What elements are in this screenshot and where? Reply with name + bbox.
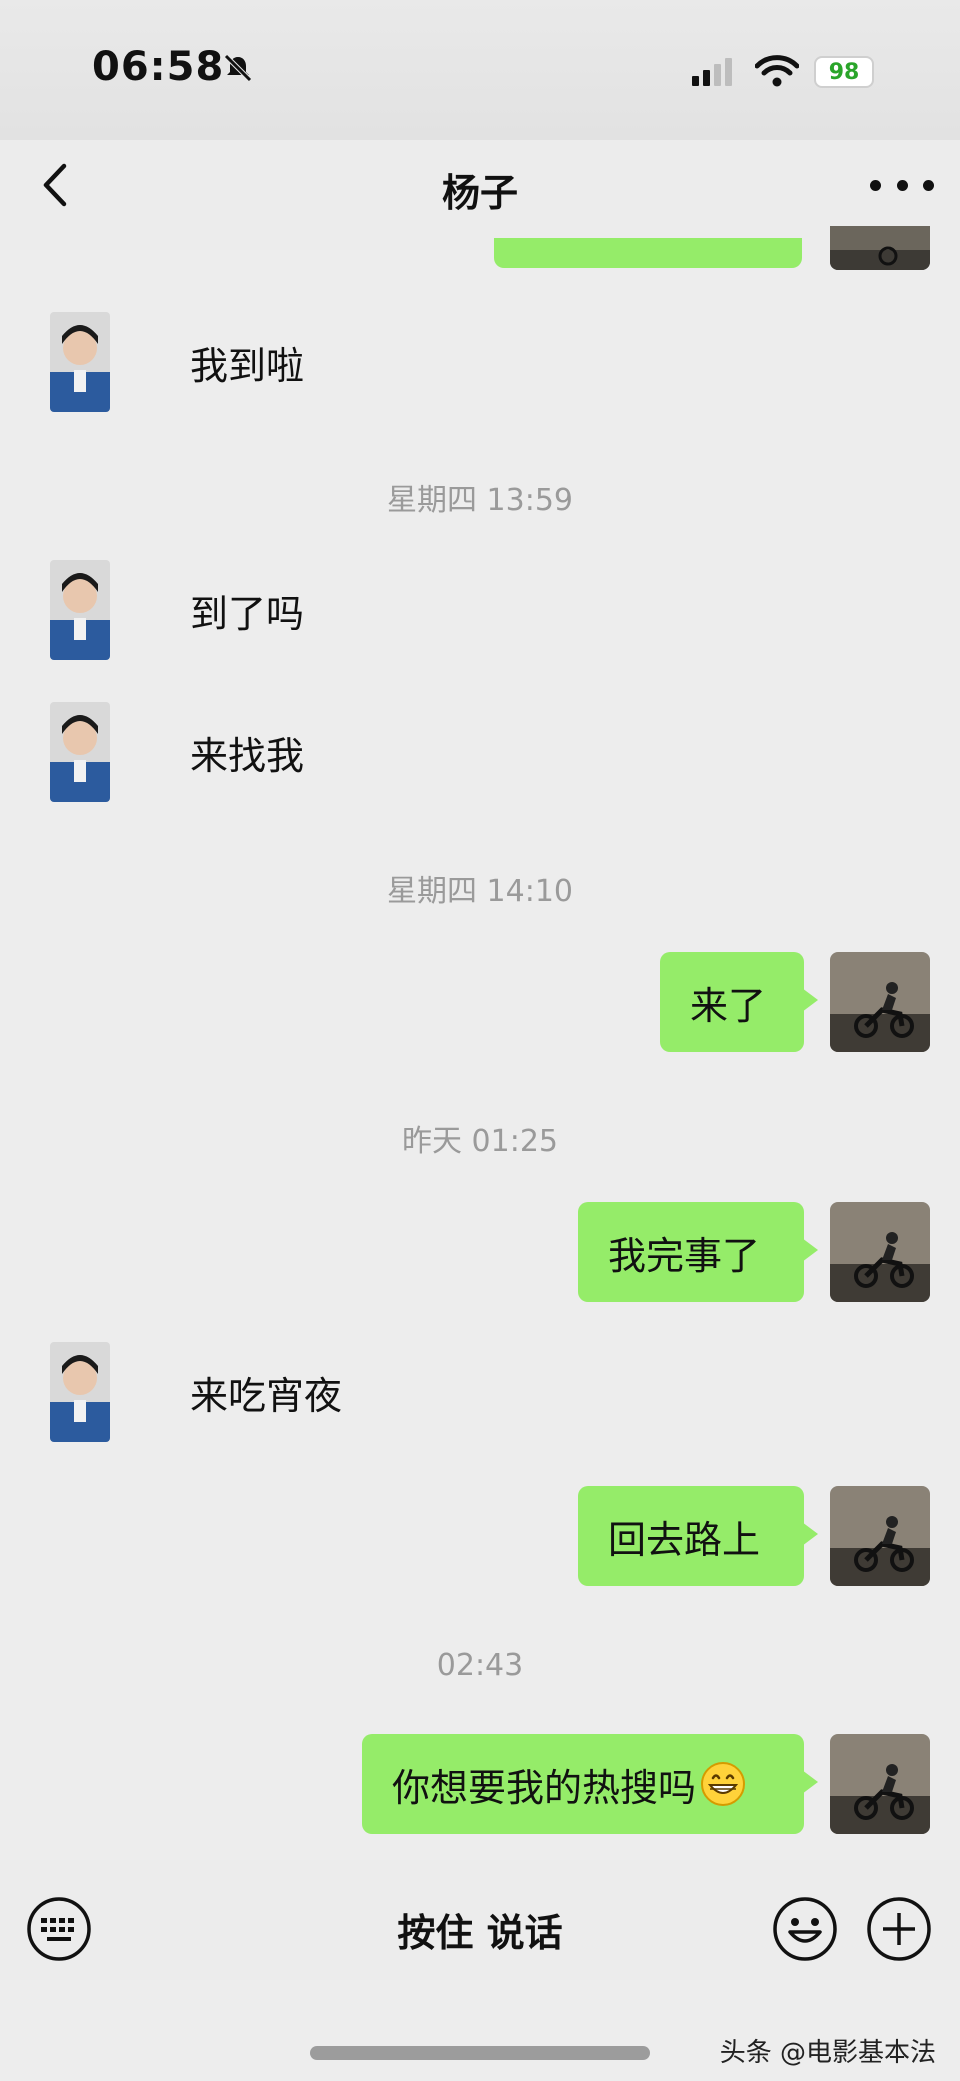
hold-to-talk-button[interactable]: 按住 说话 (260, 1896, 700, 1962)
message-text: 你想要我的热搜吗 (392, 1765, 697, 1810)
message-bubble-outgoing[interactable]: 来了 (660, 952, 818, 1052)
battery-indicator: 98 (814, 56, 874, 88)
message-timestamp: 星期四 13:59 (387, 483, 573, 518)
grinning-face-icon (701, 1762, 746, 1806)
motorcycle-rider-avatar-image (830, 1202, 930, 1302)
partial-message-bubble (494, 238, 802, 268)
cellular-signal-icon (692, 58, 732, 86)
wifi-icon (755, 55, 799, 87)
message-bubble-incoming[interactable]: 来吃宵夜 (160, 1344, 372, 1440)
contact-avatar[interactable] (50, 312, 110, 412)
more-options-button[interactable] (870, 174, 934, 196)
status-bar: 06:58 98 (0, 0, 960, 140)
more-dot-icon (923, 179, 934, 191)
plus-icon[interactable] (866, 1896, 932, 1962)
motorcycle-rider-avatar-image (830, 1486, 930, 1586)
message-bubble-incoming[interactable]: 来找我 (160, 704, 334, 800)
contact-avatar-image (50, 702, 110, 802)
status-time: 06:58 (92, 44, 225, 90)
input-bar: 按住 说话 (0, 1860, 960, 1980)
contact-avatar-image (50, 312, 110, 412)
my-avatar[interactable] (830, 952, 930, 1052)
message-bubble-outgoing[interactable]: 你想要我的热搜吗 (362, 1734, 818, 1834)
watermark-text: 头条 @电影基本法 (719, 2038, 936, 2068)
message-bubble-outgoing[interactable]: 回去路上 (578, 1486, 818, 1586)
contact-avatar-image (50, 1342, 110, 1442)
chat-title: 杨子 (441, 171, 518, 215)
emoji-icon[interactable] (772, 1896, 838, 1962)
message-text: 来吃宵夜 (190, 1373, 343, 1418)
contact-avatar[interactable] (50, 1342, 110, 1442)
message-text: 来了 (690, 983, 767, 1028)
message-timestamp: 昨天 01:25 (402, 1124, 558, 1159)
my-avatar[interactable] (830, 1202, 930, 1302)
my-avatar[interactable] (830, 1486, 930, 1586)
chat-header: 杨子 (0, 140, 960, 250)
my-avatar[interactable] (830, 226, 930, 270)
message-timestamp: 星期四 14:10 (387, 874, 573, 909)
more-dot-icon (870, 179, 881, 191)
keyboard-icon[interactable] (26, 1896, 92, 1962)
message-text: 回去路上 (608, 1517, 761, 1562)
motorcycle-rider-avatar-image (830, 952, 930, 1052)
message-bubble-incoming[interactable]: 到了吗 (160, 562, 334, 658)
motorcycle-rider-avatar-image (830, 1734, 930, 1834)
motorcycle-rider-avatar-image (830, 226, 930, 270)
message-bubble-outgoing[interactable]: 我完事了 (578, 1202, 818, 1302)
bell-mute-icon (224, 54, 252, 82)
contact-avatar-image (50, 560, 110, 660)
message-text: 来找我 (190, 733, 305, 778)
message-text: 我完事了 (608, 1233, 761, 1278)
message-text: 到了吗 (190, 591, 305, 636)
message-timestamp: 02:43 (436, 1648, 524, 1683)
contact-avatar[interactable] (50, 560, 110, 660)
message-text: 我到啦 (190, 343, 305, 388)
home-indicator[interactable] (310, 2046, 650, 2060)
my-avatar[interactable] (830, 1734, 930, 1834)
more-dot-icon (896, 179, 908, 191)
contact-avatar[interactable] (50, 702, 110, 802)
message-bubble-incoming[interactable]: 我到啦 (160, 314, 334, 410)
